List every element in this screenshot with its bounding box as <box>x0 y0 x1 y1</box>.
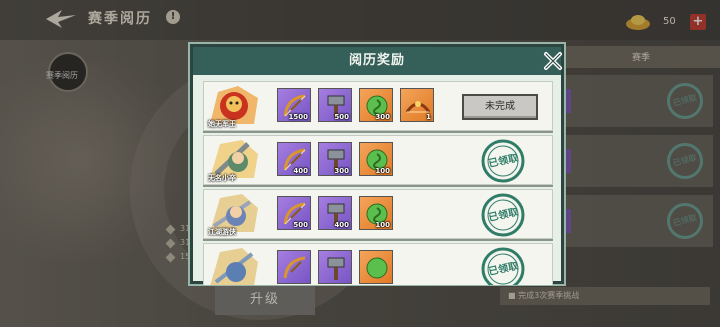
item-quantity: 1 <box>426 113 431 121</box>
reward-item[interactable] <box>359 250 393 284</box>
item-quantity: 1500 <box>288 113 308 121</box>
modal-title: 阅历奖励 <box>348 53 405 68</box>
item-quantity: 400 <box>334 221 349 229</box>
reward-item[interactable]: 1 <box>400 88 434 122</box>
item-quantity: 100 <box>375 167 390 175</box>
item-quantity: 500 <box>293 221 308 229</box>
reward-items <box>277 250 393 284</box>
hero-name: 无名小卒 <box>208 174 236 182</box>
reward-item[interactable]: 300 <box>318 142 352 176</box>
reward-item[interactable]: 400 <box>318 196 352 230</box>
reward-row: 已领取 <box>203 243 553 285</box>
modal-header: 阅历奖励 <box>193 47 561 75</box>
incomplete-button[interactable]: 未完成 <box>462 94 538 120</box>
hero-portrait <box>208 246 262 285</box>
item-quantity: 300 <box>375 113 390 121</box>
hero-name: 她无军王 <box>208 120 236 128</box>
jade-icon <box>366 257 388 279</box>
claimed-stamp: 已领取 <box>480 246 526 285</box>
reward-modal: 阅历奖励 她无军王 1500 500 300 1 未完成 无名小卒 400 30… <box>190 44 564 285</box>
reward-row: 江湖游侠 500 400 100 已领取 <box>203 189 553 239</box>
reward-item[interactable]: 300 <box>359 88 393 122</box>
reward-item[interactable] <box>277 250 311 284</box>
reward-items: 500 400 100 <box>277 196 393 230</box>
claimed-stamp: 已领取 <box>480 192 526 238</box>
item-quantity: 500 <box>334 113 349 121</box>
reward-items: 400 300 100 <box>277 142 393 176</box>
item-quantity: 300 <box>334 167 349 175</box>
hero-name: 江湖游侠 <box>208 228 236 236</box>
item-quantity: 100 <box>375 221 390 229</box>
claimed-stamp: 已领取 <box>480 138 526 184</box>
reward-item[interactable]: 1500 <box>277 88 311 122</box>
reward-list[interactable]: 她无军王 1500 500 300 1 未完成 无名小卒 400 300 100… <box>203 81 553 285</box>
reward-row: 她无军王 1500 500 300 1 未完成 <box>203 81 553 131</box>
hero-portrait: 无名小卒 <box>208 138 262 182</box>
hero-warrior-icon <box>210 248 258 285</box>
reward-item[interactable]: 500 <box>318 88 352 122</box>
close-icon[interactable] <box>542 50 564 72</box>
hero-portrait: 江湖游侠 <box>208 192 262 236</box>
reward-item[interactable]: 100 <box>359 142 393 176</box>
bow-icon <box>283 256 306 279</box>
hero-portrait: 她无军王 <box>208 84 262 128</box>
hammer-icon <box>327 257 345 280</box>
reward-items: 1500 500 300 1 <box>277 88 434 122</box>
reward-row: 无名小卒 400 300 100 已领取 <box>203 135 553 185</box>
reward-item[interactable]: 100 <box>359 196 393 230</box>
item-quantity: 400 <box>293 167 308 175</box>
reward-item[interactable]: 500 <box>277 196 311 230</box>
reward-item[interactable] <box>318 250 352 284</box>
reward-item[interactable]: 400 <box>277 142 311 176</box>
